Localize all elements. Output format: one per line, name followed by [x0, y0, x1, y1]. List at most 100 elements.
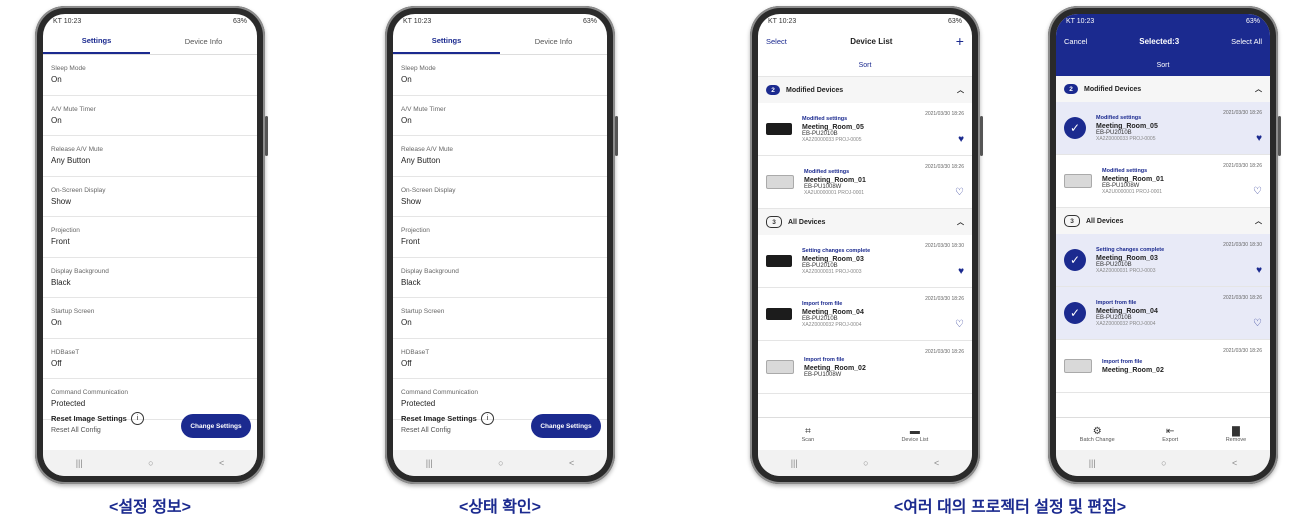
remove-button[interactable]: ▇ Remove	[1226, 426, 1246, 443]
checkmark-icon[interactable]: ✓	[1064, 302, 1086, 324]
device-name: Meeting_Room_03	[1096, 254, 1158, 262]
recent-apps-icon[interactable]: |||	[426, 458, 433, 468]
android-nav-bar: ||| ○ <	[393, 450, 607, 476]
back-icon[interactable]: <	[1232, 458, 1237, 468]
select-button[interactable]: Select	[766, 37, 787, 46]
setting-row[interactable]: Display Background Black	[393, 258, 607, 298]
device-info: Import from file Meeting_Room_04 EB-PU20…	[1096, 300, 1158, 327]
section-all-devices[interactable]: 3 All Devices ︿	[1056, 208, 1270, 234]
device-date: 2021/03/30 18:26	[1223, 163, 1262, 169]
batch-change-button[interactable]: ⚙ Batch Change	[1080, 426, 1115, 443]
tab-device-list[interactable]: ▬ Device List	[901, 426, 928, 443]
favorite-filled-icon[interactable]: ♥	[958, 266, 964, 277]
setting-label: On-Screen Display	[51, 186, 106, 194]
device-row[interactable]: Modified settings Meeting_Room_01 EB-PU1…	[758, 156, 972, 209]
tab-scan[interactable]: ⌗ Scan	[802, 426, 815, 443]
home-icon[interactable]: ○	[148, 458, 153, 468]
select-all-button[interactable]: Select All	[1231, 37, 1262, 46]
setting-value: Off	[401, 358, 412, 368]
setting-value: Front	[51, 237, 70, 247]
change-settings-button[interactable]: Change Settings	[181, 414, 251, 438]
favorite-outline-icon[interactable]: ♡	[1253, 186, 1262, 197]
device-info: Setting changes complete Meeting_Room_03…	[802, 248, 870, 275]
chevron-up-icon[interactable]: ︿	[957, 217, 964, 227]
info-icon[interactable]: i	[480, 411, 494, 425]
favorite-filled-icon[interactable]: ♥	[958, 134, 964, 145]
checkmark-icon[interactable]: ✓	[1064, 117, 1086, 139]
setting-row[interactable]: Release A/V Mute Any Button	[393, 136, 607, 177]
device-row[interactable]: Import from file Meeting_Room_02 EB-PU10…	[758, 341, 972, 394]
setting-row[interactable]: Release A/V Mute Any Button	[43, 136, 257, 177]
setting-row[interactable]: Display Background Black	[43, 258, 257, 298]
setting-row[interactable]: Startup Screen On	[43, 298, 257, 339]
checkmark-icon[interactable]: ✓	[1064, 249, 1086, 271]
setting-row[interactable]: Startup Screen On	[393, 298, 607, 339]
setting-row[interactable]: A/V Mute Timer On	[393, 96, 607, 136]
back-icon[interactable]: <	[569, 458, 574, 468]
tab-settings[interactable]: Settings	[393, 28, 500, 54]
favorite-filled-icon[interactable]: ♥	[1256, 265, 1262, 276]
setting-value: On	[401, 75, 412, 85]
favorite-outline-icon[interactable]: ♡	[955, 187, 964, 198]
chevron-up-icon[interactable]: ︿	[957, 85, 964, 95]
chevron-up-icon[interactable]: ︿	[1255, 84, 1262, 94]
section-all-devices[interactable]: 3 All Devices ︿	[758, 209, 972, 235]
add-device-icon[interactable]: +	[956, 33, 964, 49]
android-nav-bar: ||| ○ <	[758, 450, 972, 476]
recent-apps-icon[interactable]: |||	[791, 458, 798, 468]
phone-status-check: KT 10:23 63% Settings Device Info Sleep …	[385, 6, 618, 484]
device-row-selected[interactable]: ✓ Import from file Meeting_Room_04 EB-PU…	[1056, 287, 1270, 340]
sort-button[interactable]: Sort	[758, 54, 972, 77]
side-button	[265, 116, 268, 156]
setting-row[interactable]: Projection Front	[43, 217, 257, 258]
device-name: Meeting_Room_04	[1096, 307, 1158, 315]
export-icon: ⇤	[1165, 425, 1175, 437]
change-settings-button[interactable]: Change Settings	[531, 414, 601, 438]
device-row[interactable]: Modified settings Meeting_Room_05 EB-PU2…	[758, 103, 972, 156]
back-icon[interactable]: <	[219, 458, 224, 468]
device-name: Meeting_Room_01	[1102, 175, 1164, 183]
device-row-selected[interactable]: ✓ Modified settings Meeting_Room_05 EB-P…	[1056, 102, 1270, 155]
home-icon[interactable]: ○	[1161, 458, 1166, 468]
setting-row[interactable]: A/V Mute Timer On	[43, 96, 257, 136]
setting-row[interactable]: Sleep Mode On	[43, 55, 257, 96]
device-row[interactable]: Setting changes complete Meeting_Room_03…	[758, 235, 972, 288]
setting-label: Startup Screen	[401, 308, 445, 316]
chevron-up-icon[interactable]: ︿	[1255, 216, 1262, 226]
device-row[interactable]: Modified settings Meeting_Room_01 EB-PU1…	[1056, 155, 1270, 208]
device-row[interactable]: Import from file Meeting_Room_02 2021/03…	[1056, 340, 1270, 393]
tab-device-info[interactable]: Device Info	[150, 28, 257, 54]
device-status: Modified settings	[804, 168, 850, 175]
home-icon[interactable]: ○	[863, 458, 868, 468]
sort-button[interactable]: Sort	[1056, 54, 1270, 76]
status-battery: 63%	[1245, 17, 1260, 25]
favorite-outline-icon[interactable]: ♡	[1253, 318, 1262, 329]
all-count-badge: 3	[1064, 215, 1080, 227]
setting-row[interactable]: Sleep Mode On	[393, 55, 607, 96]
favorite-filled-icon[interactable]: ♥	[1256, 133, 1262, 144]
export-button[interactable]: ⇤ Export	[1162, 426, 1178, 443]
tab-device-info[interactable]: Device Info	[500, 28, 607, 54]
device-row[interactable]: Import from file Meeting_Room_04 EB-PU20…	[758, 288, 972, 341]
caption-settings-info: <설정 정보>	[108, 499, 191, 516]
cancel-button[interactable]: Cancel	[1064, 37, 1087, 46]
section-modified-devices[interactable]: 2 Modified Devices ︿	[1056, 76, 1270, 102]
favorite-outline-icon[interactable]: ♡	[955, 319, 964, 330]
back-icon[interactable]: <	[934, 458, 939, 468]
device-row-selected[interactable]: ✓ Setting changes complete Meeting_Room_…	[1056, 234, 1270, 287]
setting-value: On	[51, 318, 62, 328]
setting-row[interactable]: On-Screen Display Show	[393, 177, 607, 217]
setting-row[interactable]: HDBaseT Off	[43, 339, 257, 379]
info-icon[interactable]: i	[130, 411, 144, 425]
setting-row[interactable]: HDBaseT Off	[393, 339, 607, 379]
section-modified-devices[interactable]: 2 Modified Devices ︿	[758, 77, 972, 103]
setting-row[interactable]: On-Screen Display Show	[43, 177, 257, 217]
recent-apps-icon[interactable]: |||	[76, 458, 83, 468]
setting-row[interactable]: Projection Front	[393, 217, 607, 258]
tab-settings[interactable]: Settings	[43, 28, 150, 54]
tab-bar: Settings Device Info	[43, 28, 257, 55]
device-serial: XA2U0000001 PROJ-0001	[1102, 188, 1163, 195]
device-list-header: Select Device List +	[758, 28, 972, 54]
recent-apps-icon[interactable]: |||	[1089, 458, 1096, 468]
home-icon[interactable]: ○	[498, 458, 503, 468]
